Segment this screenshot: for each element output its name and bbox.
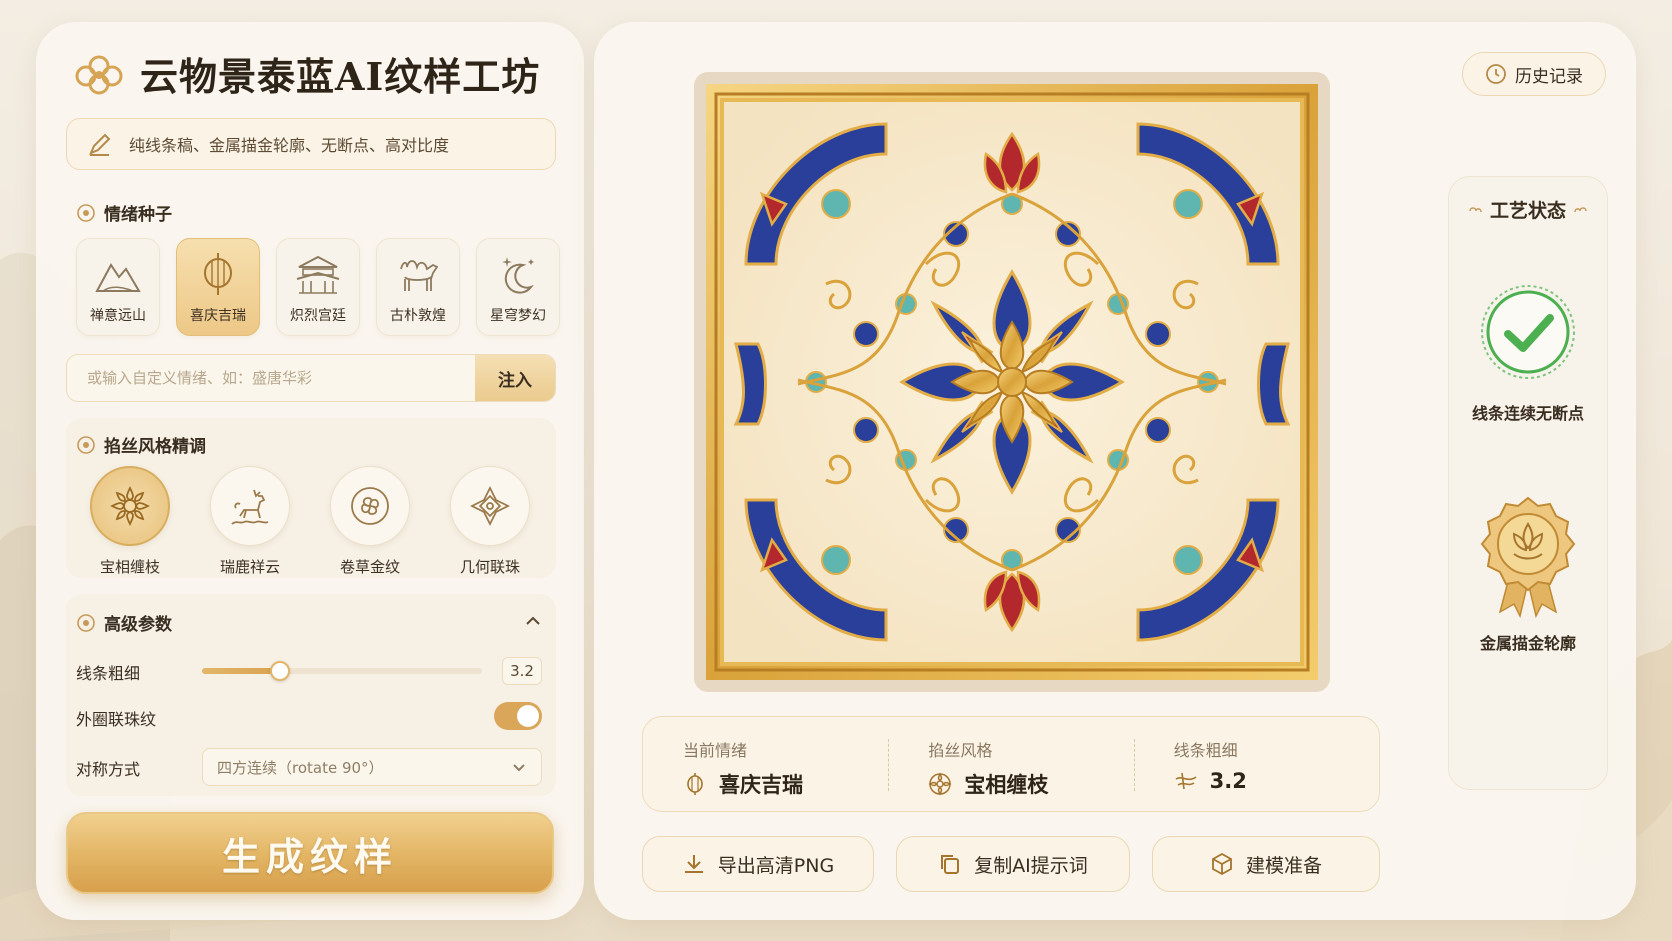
mood-card-starry[interactable]: 星穹梦幻 <box>476 238 560 336</box>
geometric-bead-icon <box>469 485 511 527</box>
mood-card-palace[interactable]: 炽烈宫廷 <box>276 238 360 336</box>
download-icon <box>684 855 703 873</box>
filigree-style-row: 宝相缠枝 瑞鹿祥云 卷草金纹 几何联珠 <box>90 466 530 577</box>
history-label: 历史记录 <box>1515 66 1583 87</box>
copy-icon <box>941 855 960 874</box>
symmetry-label: 对称方式 <box>76 760 141 779</box>
camel-icon <box>400 260 439 291</box>
flower-icon <box>77 613 95 632</box>
mood-section-label: 情绪种子 <box>76 200 172 225</box>
app-title: 云物景泰蓝AI纹样工坊 <box>140 54 541 99</box>
style-geometric-bead[interactable]: 几何联珠 <box>450 466 530 577</box>
cloud-logo-icon <box>75 55 123 94</box>
custom-mood-field: 注入 <box>66 354 556 402</box>
cube-icon <box>1212 852 1232 876</box>
cloud-ornament-icon <box>1574 206 1587 212</box>
cloud-ornament-icon <box>1469 206 1482 212</box>
craft-status-title: 工艺状态 <box>1448 196 1608 223</box>
mood-card-zen[interactable]: 禅意远山 <box>76 238 160 336</box>
slider-fill <box>202 668 281 674</box>
custom-mood-input[interactable] <box>67 355 475 401</box>
lotus-scroll-icon <box>928 772 953 796</box>
symmetry-select[interactable]: 四方连续（rotate 90°） <box>202 748 542 786</box>
craft-status-panel <box>1448 176 1608 790</box>
palace-icon <box>296 255 340 294</box>
advanced-section-header[interactable]: 高级参数 <box>76 610 172 635</box>
mood-row: 禅意远山 喜庆吉瑞 炽烈宫廷 古朴敦煌 星穹梦幻 <box>76 238 560 336</box>
gold-medal-icon <box>1480 496 1576 618</box>
lotus-scroll-icon <box>109 485 151 527</box>
info-line-width: 线条粗细 3.2 <box>1133 717 1379 811</box>
outer-ring-toggle[interactable] <box>494 702 542 730</box>
current-settings-bar: 当前情绪 喜庆吉瑞 掐丝风格 宝相缠枝 线条粗细 3.2 <box>642 716 1380 812</box>
brand: 云物景泰蓝AI纹样工坊 <box>72 46 540 101</box>
symmetry-value: 四方连续（rotate 90°） <box>217 758 384 777</box>
inject-button[interactable]: 注入 <box>475 355 555 401</box>
flower-icon <box>77 435 95 454</box>
action-row: 导出高清PNG 复制AI提示词 建模准备 <box>642 836 1380 892</box>
line-continuity-label: 线条连续无断点 <box>1471 404 1584 423</box>
lantern-icon <box>687 773 703 795</box>
cloisonne-pattern-image <box>706 84 1318 680</box>
line-width-label: 线条粗细 <box>76 664 141 683</box>
flower-icon <box>77 203 95 222</box>
brush-stroke-icon <box>1175 772 1197 790</box>
mountain-icon <box>95 263 141 292</box>
prompt-text: 纯线条稿、金属描金轮廓、无断点、高对比度 <box>129 136 450 155</box>
pencil-icon <box>89 133 111 156</box>
info-mood: 当前情绪 喜庆吉瑞 <box>683 741 803 797</box>
chevron-up-icon[interactable] <box>524 612 542 630</box>
pattern-preview <box>694 72 1330 692</box>
generate-button[interactable]: 生成纹样 <box>66 812 554 894</box>
export-png-button[interactable]: 导出高清PNG <box>642 836 874 892</box>
gold-outline-label: 金属描金轮廓 <box>1479 634 1576 653</box>
lantern-icon <box>204 253 232 295</box>
modeling-prep-button[interactable]: 建模准备 <box>1152 836 1380 892</box>
copy-prompt-button[interactable]: 复制AI提示词 <box>896 836 1130 892</box>
prompt-box[interactable]: 纯线条稿、金属描金轮廓、无断点、高对比度 <box>66 118 556 170</box>
scroll-grass-icon <box>351 487 389 525</box>
moon-star-icon <box>502 257 534 294</box>
style-deer-cloud[interactable]: 瑞鹿祥云 <box>210 466 290 577</box>
filigree-section-label: 掐丝风格精调 <box>76 432 206 457</box>
style-lotus-scroll[interactable]: 宝相缠枝 <box>90 466 170 577</box>
chevron-down-icon <box>513 764 525 772</box>
outer-ring-label: 外圈联珠纹 <box>76 710 157 729</box>
info-style: 掐丝风格 宝相缠枝 <box>888 717 1133 811</box>
history-button[interactable]: 历史记录 <box>1462 52 1606 96</box>
line-width-value: 3.2 <box>502 657 542 685</box>
check-circle-icon <box>1481 285 1575 379</box>
deer-cloud-icon <box>231 489 269 525</box>
line-width-slider[interactable] <box>202 661 482 681</box>
history-icon <box>1486 64 1506 84</box>
toggle-knob <box>517 705 539 727</box>
mood-card-festive[interactable]: 喜庆吉瑞 <box>176 238 260 336</box>
style-scroll-grass[interactable]: 卷草金纹 <box>330 466 410 577</box>
mood-card-dunhuang[interactable]: 古朴敦煌 <box>376 238 460 336</box>
